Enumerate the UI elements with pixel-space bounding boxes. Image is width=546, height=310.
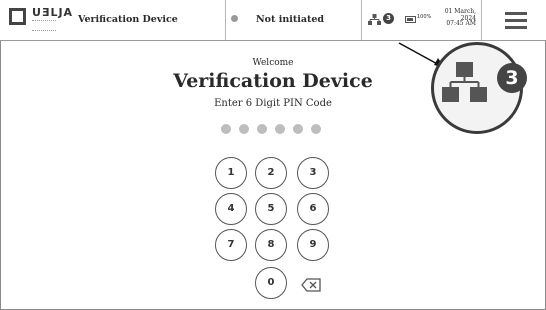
backspace-icon[interactable] [301, 278, 321, 292]
device-title: Verification Device [78, 14, 178, 25]
key-2[interactable]: 2 [255, 157, 287, 189]
network-count-badge-zoomed: 3 [497, 63, 527, 93]
top-bar: UƎLJA Verification Device Not initiated … [0, 0, 546, 41]
battery-icon [405, 16, 416, 23]
key-6[interactable]: 6 [297, 193, 329, 225]
battery-level: 100% [417, 14, 432, 20]
logo-subtext [32, 20, 56, 31]
hamburger-menu-icon[interactable] [505, 12, 527, 33]
key-3[interactable]: 3 [297, 157, 329, 189]
key-4[interactable]: 4 [215, 193, 247, 225]
logo-mark [9, 8, 26, 25]
pin-dot [221, 124, 231, 134]
key-9[interactable]: 9 [297, 229, 329, 261]
status-dot [231, 15, 238, 22]
key-8[interactable]: 8 [255, 229, 287, 261]
network-icon-zoomed [442, 62, 487, 102]
key-7[interactable]: 7 [215, 229, 247, 261]
key-0[interactable]: 0 [255, 267, 287, 299]
key-1[interactable]: 1 [215, 157, 247, 189]
pin-dot [239, 124, 249, 134]
network-icon[interactable] [368, 14, 381, 25]
pin-dot [311, 124, 321, 134]
network-count-badge: 3 [383, 13, 394, 24]
pin-dot [257, 124, 267, 134]
status-text: Not initiated [256, 14, 325, 25]
pin-dot [275, 124, 285, 134]
logo-text: UƎLJA [32, 6, 74, 19]
key-5[interactable]: 5 [255, 193, 287, 225]
title-cell: UƎLJA Verification Device [0, 0, 226, 40]
time-text: 07:45 AM [446, 20, 476, 27]
status-cell: Not initiated [226, 0, 362, 40]
pin-dot [293, 124, 303, 134]
